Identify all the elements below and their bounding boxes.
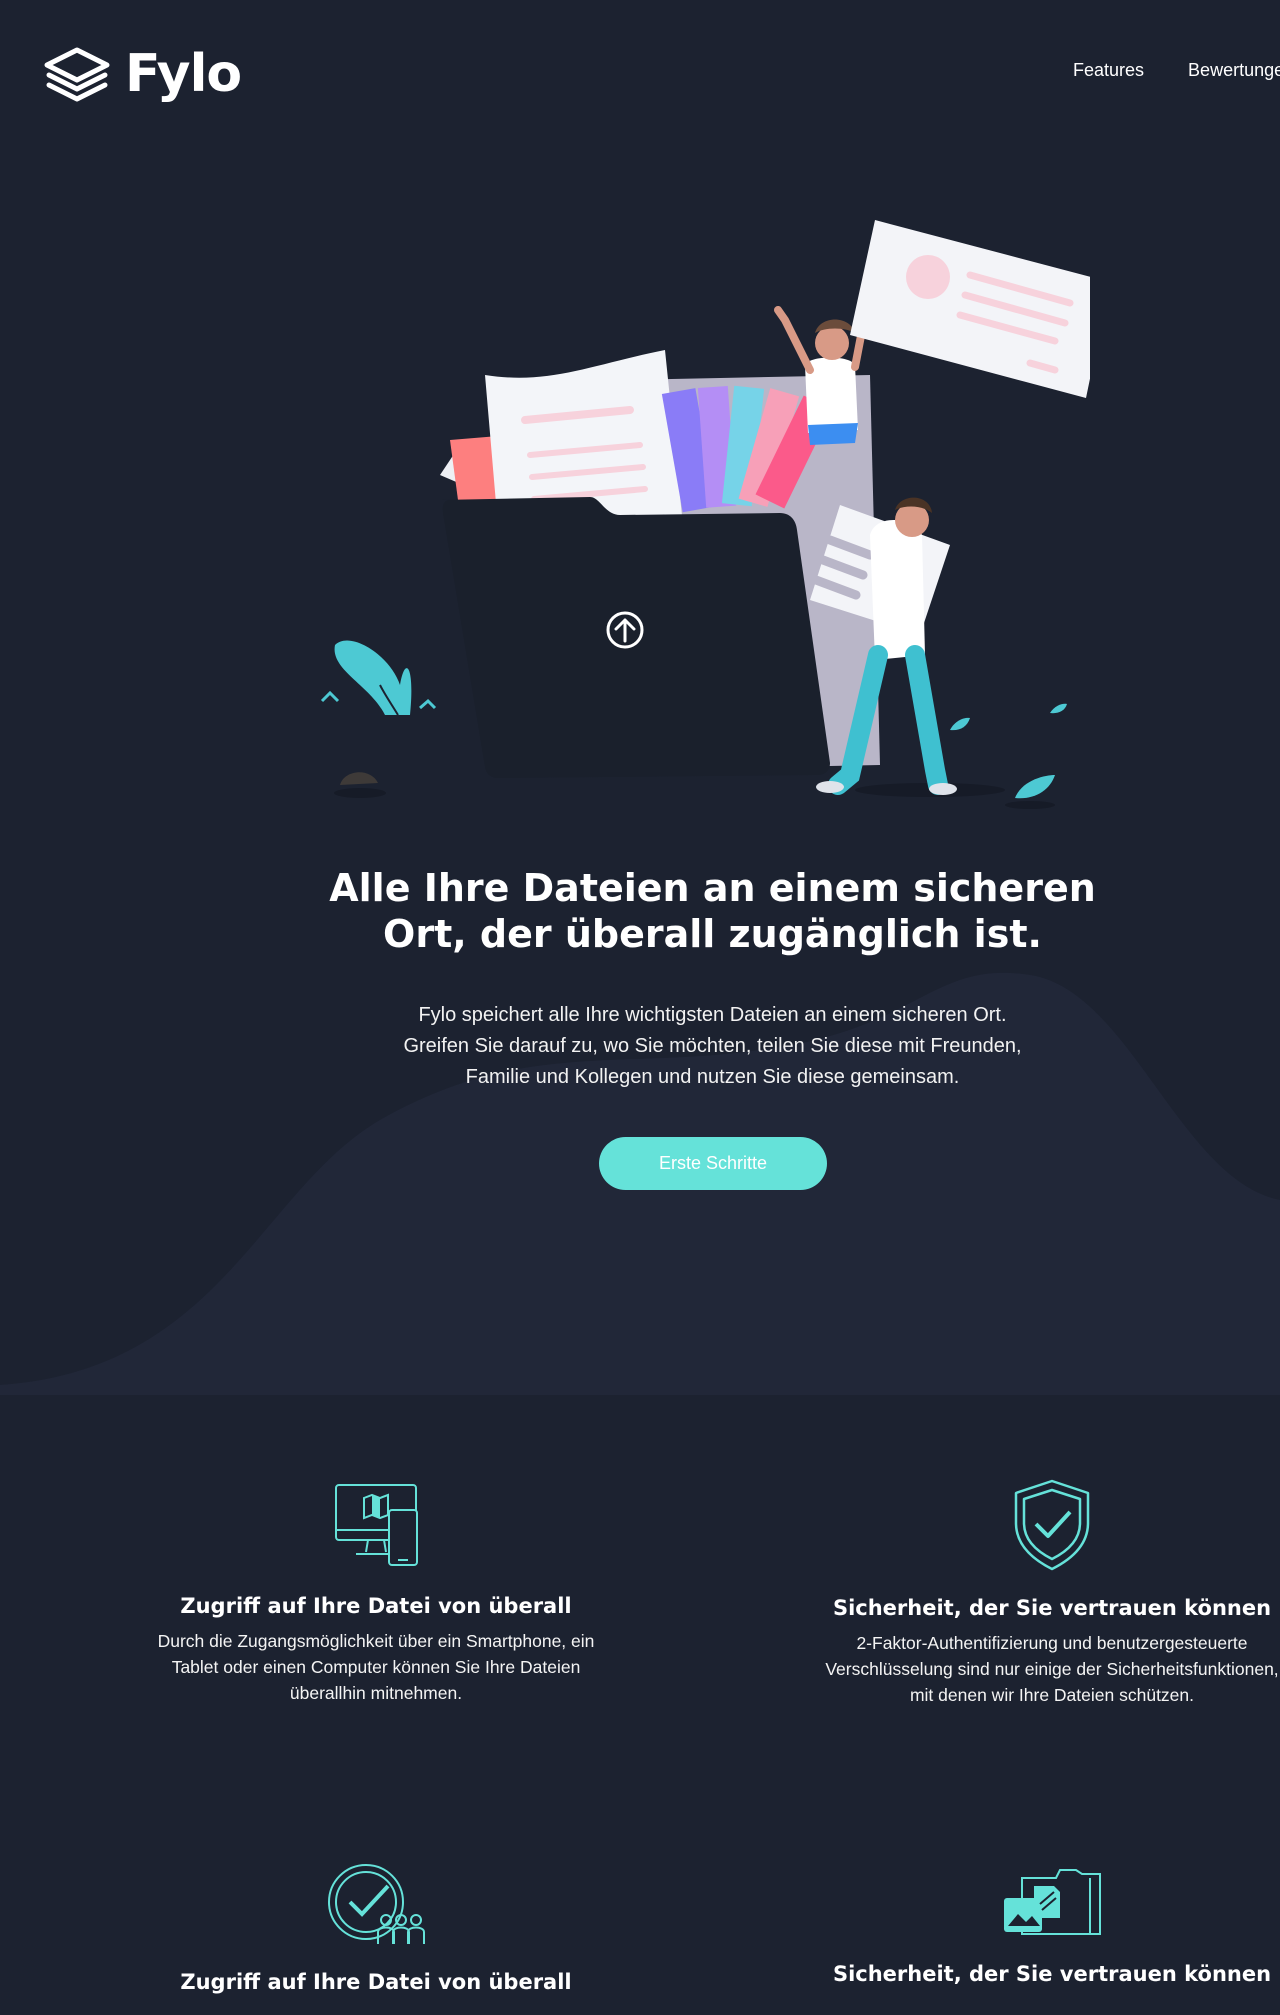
feature-text-line: Verschlüsselung sind nur einige der Sich… — [825, 1659, 1279, 1679]
feature-text-line: Durch die Zugangsmöglichkeit über ein Sm… — [157, 1631, 595, 1651]
nav-link-bewertungen[interactable]: Bewertungen — [1188, 60, 1280, 81]
feature-title: Zugriff auf Ihre Datei von überall — [180, 1970, 572, 1994]
collaboration-icon — [328, 1864, 425, 1944]
feature-text-line: überallhin mitnehmen. — [289, 1683, 463, 1703]
feature-text: 2-Faktor-Authentifizierung und benutzerg… — [772, 1630, 1280, 1708]
feature-text-line: mit denen wir Ihre Dateien schützen. — [909, 1685, 1195, 1705]
feature-text: Durch die Zugangsmöglichkeit über ein Sm… — [96, 1628, 656, 1706]
hero-title-line-1: Alle Ihre Dateien an einem sicheren — [329, 866, 1096, 910]
feature-title: Sicherheit, der Sie vertrauen können — [832, 1962, 1272, 1986]
files-folder-icon — [1004, 1869, 1101, 1935]
logo-stack-icon — [44, 47, 110, 102]
hero-title-line-2: Ort, der überall zugänglich ist. — [383, 912, 1042, 956]
hero-title: Alle Ihre Dateien an einem sicheren Ort,… — [290, 865, 1135, 957]
hero-illustration — [320, 220, 1090, 809]
hero-description-line-2: Greifen Sie darauf zu, wo Sie möchten, t… — [403, 1035, 1022, 1057]
hero-description-line-3: Familie und Kollegen und nutzen Sie dies… — [465, 1066, 960, 1088]
feature-card-security: Sicherheit, der Sie vertrauen können 2-F… — [772, 1478, 1280, 1708]
feature-card-files: Sicherheit, der Sie vertrauen können — [772, 1868, 1280, 1986]
hero-description-line-1: Fylo speichert alle Ihre wichtigsten Dat… — [418, 1004, 1007, 1026]
site-header: Fylo Features Bewertungen — [0, 0, 1280, 150]
get-started-button[interactable]: Erste Schritte — [599, 1137, 827, 1190]
feature-title: Zugriff auf Ihre Datei von überall — [180, 1594, 572, 1618]
shield-check-icon — [1014, 1479, 1090, 1571]
nav-link-features[interactable]: Features — [1073, 60, 1144, 81]
hero-description: Fylo speichert alle Ihre wichtigsten Dat… — [370, 1000, 1055, 1093]
feature-text-line: 2-Faktor-Authentifizierung und benutzerg… — [856, 1633, 1248, 1653]
landing-page: Fylo Features Bewertungen — [0, 0, 1280, 2015]
logo-text: Fylo — [125, 44, 242, 104]
feature-text-line: Tablet oder einen Computer können Sie Ih… — [171, 1657, 581, 1677]
feature-title: Sicherheit, der Sie vertrauen können — [832, 1596, 1272, 1620]
feature-card-collaboration: Zugriff auf Ihre Datei von überall — [96, 1862, 656, 1994]
devices-icon — [335, 1484, 418, 1566]
logo[interactable]: Fylo — [43, 44, 242, 104]
main-nav: Features Bewertungen — [1073, 60, 1280, 81]
feature-card-access: Zugriff auf Ihre Datei von überall Durch… — [96, 1480, 656, 1706]
